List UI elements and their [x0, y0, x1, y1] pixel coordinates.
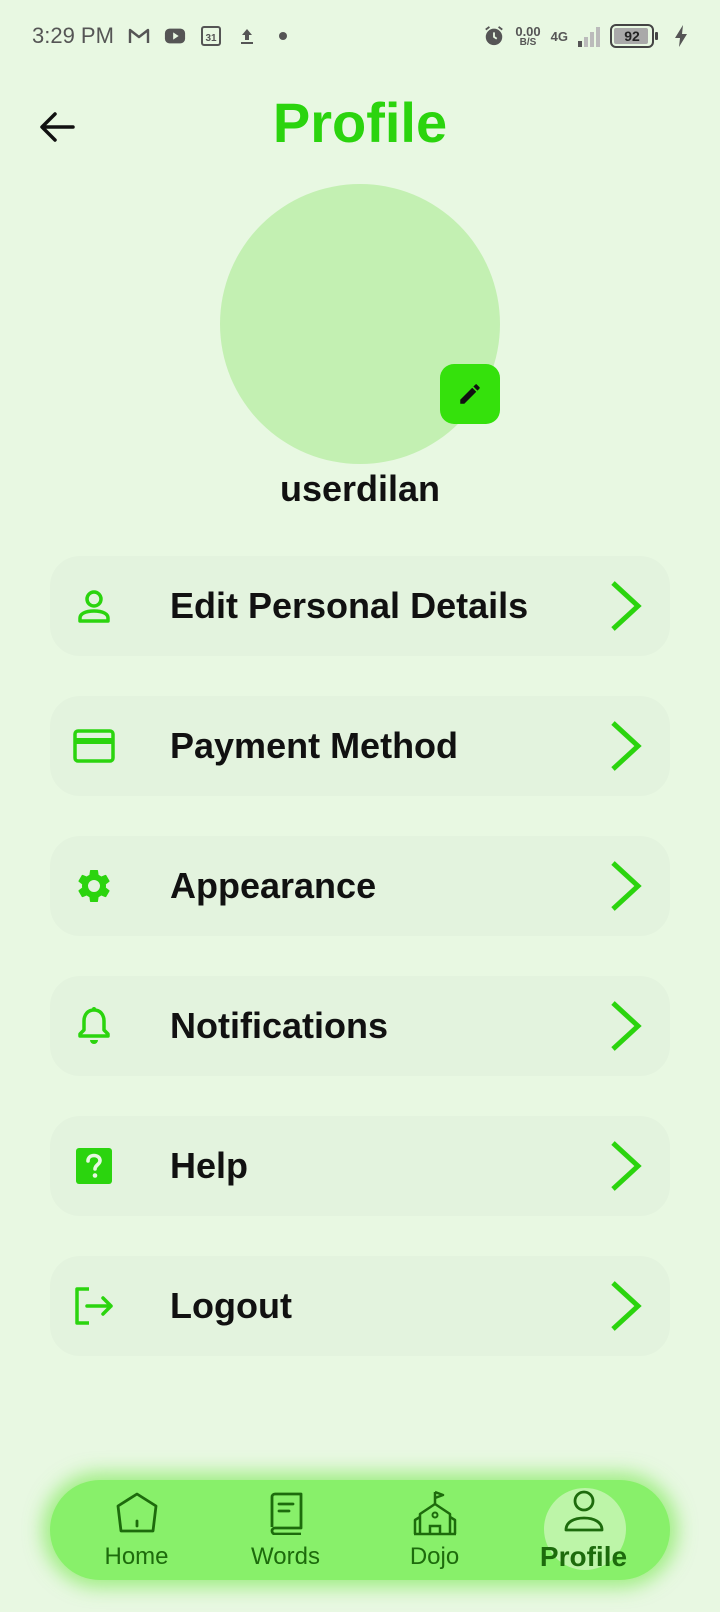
signal-icon	[578, 25, 600, 47]
menu-item-notifications[interactable]: Notifications	[50, 976, 670, 1076]
edit-avatar-button[interactable]	[440, 364, 500, 424]
nav-label: Words	[251, 1543, 320, 1570]
bell-icon	[72, 1004, 116, 1048]
menu-item-label: Payment Method	[170, 725, 459, 766]
alarm-icon	[483, 25, 505, 47]
status-bar: 3:29 PM 31 0.00 B/S 4G 92	[0, 0, 720, 72]
nav-item-home[interactable]: Home	[77, 1480, 197, 1580]
menu-item-help[interactable]: Help	[50, 1116, 670, 1216]
battery-level: 92	[624, 28, 640, 44]
nav-item-words[interactable]: Words	[226, 1480, 346, 1580]
chevron-right-icon	[606, 998, 646, 1054]
person-icon	[560, 1487, 608, 1535]
book-icon	[262, 1489, 310, 1537]
chevron-right-icon	[606, 578, 646, 634]
nav-item-dojo[interactable]: Dojo	[375, 1480, 495, 1580]
net-speed: 0.00 B/S	[515, 25, 540, 48]
nav-label: Home	[104, 1543, 169, 1570]
menu-item-label: Help	[170, 1145, 249, 1186]
menu-item-logout[interactable]: Logout	[50, 1256, 670, 1356]
profile-menu: Edit Personal Details Payment Method App…	[50, 556, 670, 1396]
username: userdilan	[279, 468, 441, 509]
youtube-icon	[164, 25, 186, 47]
menu-item-payment-method[interactable]: Payment Method	[50, 696, 670, 796]
person-icon	[72, 584, 116, 628]
chevron-right-icon	[606, 1278, 646, 1334]
status-time: 3:29 PM	[32, 23, 114, 48]
menu-item-label: Notifications	[170, 1005, 389, 1046]
status-bar-left: 3:29 PM 31	[32, 23, 294, 49]
help-icon	[72, 1144, 116, 1188]
pencil-icon	[460, 384, 480, 404]
nav-label: Profile	[539, 1541, 628, 1572]
net-speed-value: 0.00	[515, 23, 541, 39]
nav-item-profile[interactable]: Profile	[524, 1480, 644, 1580]
chevron-right-icon	[606, 718, 646, 774]
network-type: 4G	[550, 28, 568, 44]
status-bar-right: 0.00 B/S 4G 92	[483, 24, 692, 48]
logout-icon	[72, 1284, 116, 1328]
dojo-icon	[411, 1489, 459, 1537]
calendar-day: 31	[205, 33, 217, 44]
chevron-right-icon	[606, 858, 646, 914]
battery-icon: 92	[610, 24, 658, 48]
page-title: Profile	[272, 91, 448, 154]
bottom-nav: Home Words Dojo Profile	[50, 1480, 670, 1580]
charging-icon	[670, 25, 692, 47]
menu-item-label: Logout	[170, 1285, 292, 1326]
net-speed-unit: B/S	[519, 36, 537, 48]
nav-label: Dojo	[409, 1543, 460, 1570]
gear-icon	[72, 864, 116, 908]
calendar-icon: 31	[200, 25, 222, 47]
menu-item-appearance[interactable]: Appearance	[50, 836, 670, 936]
chevron-right-icon	[606, 1138, 646, 1194]
menu-item-label: Appearance	[170, 865, 377, 906]
credit-card-icon	[72, 724, 116, 768]
dot-icon	[272, 25, 294, 47]
gmail-icon	[128, 25, 150, 47]
menu-item-edit-personal-details[interactable]: Edit Personal Details	[50, 556, 670, 656]
menu-item-label: Edit Personal Details	[170, 585, 529, 626]
upload-icon	[236, 25, 258, 47]
home-icon	[113, 1489, 161, 1537]
